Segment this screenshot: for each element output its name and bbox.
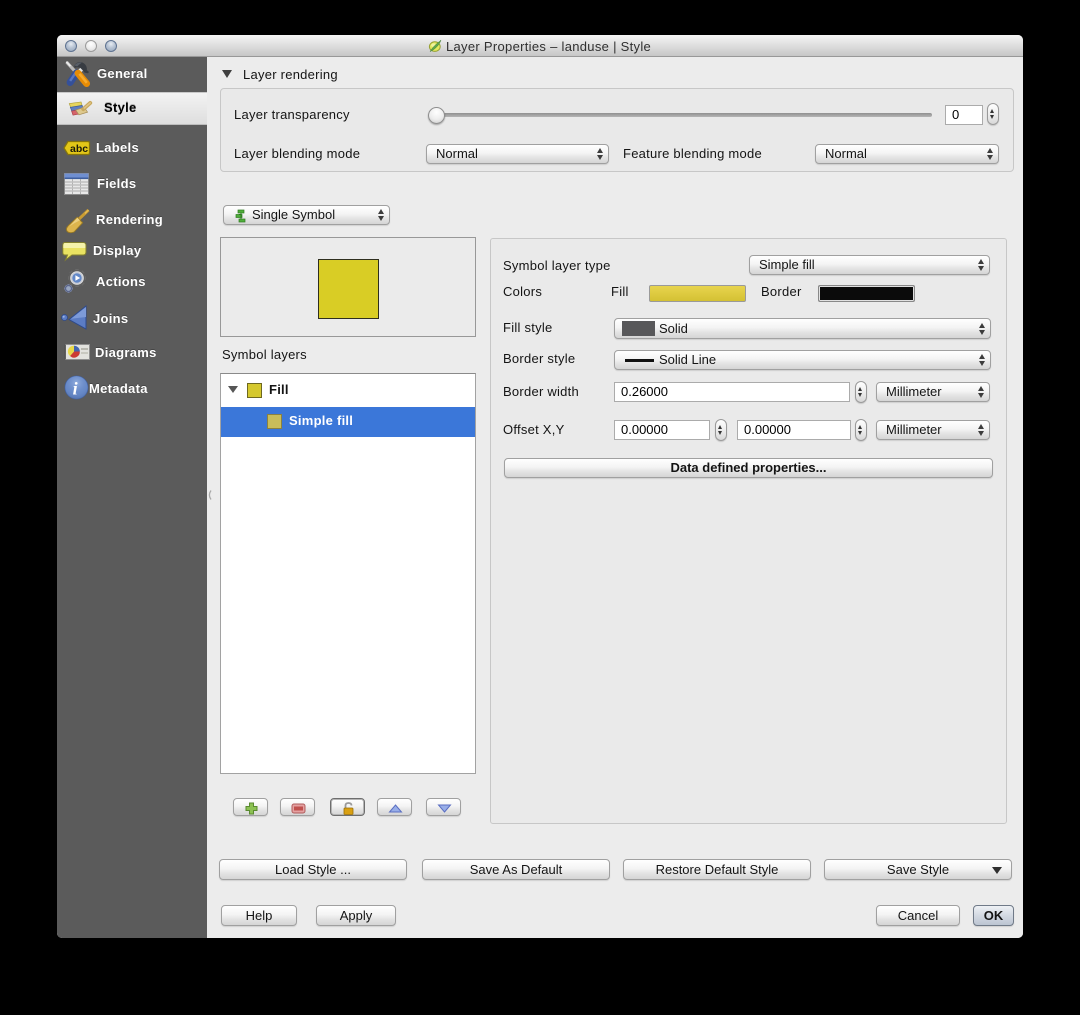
svg-text:abc: abc [70,143,88,155]
svg-text:i: i [73,379,78,399]
